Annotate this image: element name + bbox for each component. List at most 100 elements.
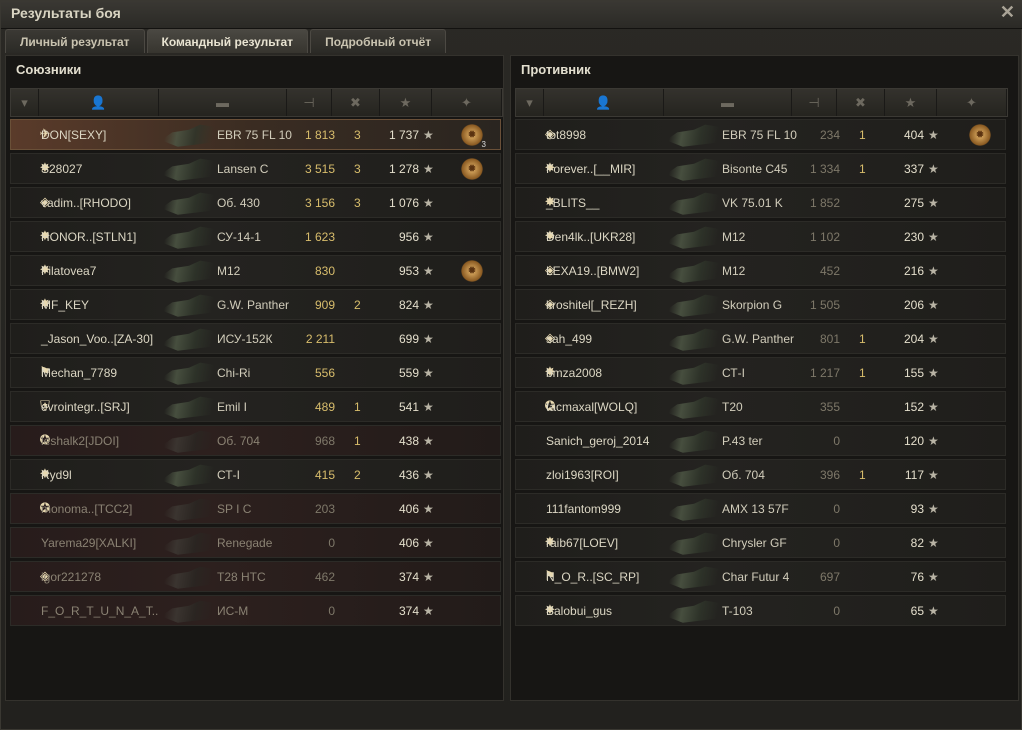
xp-column-icon[interactable]: ★: [885, 89, 937, 116]
kills-value: 3: [354, 162, 361, 176]
tank-icon: [666, 124, 722, 147]
player-name: Forever..[__MIR]: [546, 162, 636, 176]
player-row[interactable]: ⚑ Mechan_7789 Chi-Ri 556 559 ★: [10, 357, 501, 388]
player-row[interactable]: Yarema29[XALKI] Renegade 0 406 ★: [10, 527, 501, 558]
xp-value: 337: [903, 162, 924, 176]
kills-value: 1: [354, 400, 361, 414]
player-row[interactable]: ✸ bmza2008 СТ-I 1 217 1 155 ★: [515, 357, 1006, 388]
tank-icon: [161, 566, 217, 589]
tank-name: Об. 430: [217, 196, 260, 210]
medal-icon[interactable]: ✹: [460, 157, 484, 181]
medal-column-icon[interactable]: ✦: [432, 89, 502, 116]
xp-star-icon: ★: [423, 570, 434, 584]
player-row[interactable]: ✸ S28027 Lansen C3 515 3 1 278 ★ ✹: [10, 153, 501, 184]
kills-column-icon[interactable]: ✖: [332, 89, 380, 116]
player-row[interactable]: ⛨ evrointegr..[SRJ] Emil I 489 1 541 ★: [10, 391, 501, 422]
damage-value: 1 217: [809, 366, 840, 380]
xp-value: 275: [903, 196, 924, 210]
tank-icon: [161, 532, 217, 555]
player-row[interactable]: ✸ _BLITS__ VK 75.01 K1 852 275 ★: [515, 187, 1006, 218]
xp-value: 93: [910, 502, 924, 516]
enemies-panel: Противник ▾ 👤 ▬ ⊣ ✖ ★ ✦ ◈ tot8998 EBR 75 FL 10 23…: [510, 55, 1019, 701]
xp-value: 117: [904, 468, 924, 482]
tank-name: AMX 13 57F: [722, 502, 789, 516]
medal-icon[interactable]: ✹ 3: [460, 123, 486, 149]
player-row[interactable]: ✸ MF_KEY G.W. Panther 909 2 824 ★: [10, 289, 501, 320]
player-name: MF_KEY: [41, 298, 90, 312]
player-row[interactable]: ✸ Filatovea7 M12 830 953 ★ ✹: [10, 255, 501, 286]
xp-value: 541: [398, 400, 419, 414]
kills-value: 3: [354, 196, 361, 210]
squad-column-icon[interactable]: ▾: [11, 89, 39, 116]
player-row[interactable]: zloi1963[ROI] Об. 704 396 1 117 ★: [515, 459, 1006, 490]
xp-value: 374: [398, 604, 419, 618]
player-row[interactable]: ✸ HONOR..[STLN1] СУ-14-1 1 623 956 ★: [10, 221, 501, 252]
damage-value: 0: [833, 502, 840, 516]
tank-name: P.43 ter: [722, 434, 763, 448]
xp-value: 404: [903, 128, 924, 142]
xp-value: 406: [398, 536, 419, 550]
squad-column-icon[interactable]: ▾: [516, 89, 544, 116]
player-row[interactable]: ✸ Den4lk..[UKR28] M12 1 102 230 ★: [515, 221, 1006, 252]
tank-name: СУ-14-1: [217, 230, 261, 244]
player-row[interactable]: ◈ LEXA19..[BMW2] M12 452 216 ★: [515, 255, 1006, 286]
player-name: sah_499: [546, 332, 593, 346]
player-row[interactable]: 111fantom999 AMX 13 57F 0 93 ★: [515, 493, 1006, 524]
medal-icon[interactable]: ✹: [968, 123, 992, 147]
kills-column-icon[interactable]: ✖: [837, 89, 885, 116]
player-row[interactable]: ◈ tot8998 EBR 75 FL 10 234 1 404 ★ ✹: [515, 119, 1006, 150]
player-row[interactable]: ✸ Balobui_gus T-103 0 65 ★: [515, 595, 1006, 626]
player-row[interactable]: ✸ raib67[LOEV] Chrysler GF 0 82 ★: [515, 527, 1006, 558]
tank-icon: [161, 464, 217, 487]
tank-name: Lansen C: [217, 162, 269, 176]
player-name: raib67[LOEV]: [546, 536, 619, 550]
tank-icon: [666, 192, 722, 215]
kills-value: 1: [859, 162, 866, 176]
player-row[interactable]: Sanich_geroj_2014 P.43 ter 0 120 ★: [515, 425, 1006, 456]
player-row[interactable]: F_O_R_T_U_N_A_T.. ИС-М 0 374 ★: [10, 595, 501, 626]
allies-panel: Союзники ▾ 👤 ▬ ⊣ ✖ ★ ✦ ✈ DON[SEXY] EBR 75 FL 10 1…: [5, 55, 504, 701]
player-row[interactable]: ◈ sah_499 G.W. Panther 801 1 204 ★: [515, 323, 1006, 354]
tank-name: ИС-М: [217, 604, 249, 618]
tank-name: СТ-I: [217, 468, 240, 482]
tank-column-icon[interactable]: ▬: [664, 89, 792, 116]
tank-name: G.W. Panther: [217, 298, 290, 312]
player-row[interactable]: ✪ monoma..[TCC2] SP I C 203 406 ★: [10, 493, 501, 524]
tank-icon: [161, 396, 217, 419]
damage-value: 462: [314, 570, 335, 584]
player-name: leshalk2[JDOI]: [41, 434, 120, 448]
player-row[interactable]: ✸ Ryd9l СТ-I 415 2 436 ★: [10, 459, 501, 490]
damage-column-icon[interactable]: ⊣: [287, 89, 332, 116]
tab-detailed-report[interactable]: Подробный отчёт: [310, 29, 447, 53]
xp-star-icon: ★: [423, 230, 434, 244]
player-row[interactable]: ✸ Forever..[__MIR] Bisonte C45 1 334 1 337 ★: [515, 153, 1006, 184]
player-column-icon[interactable]: 👤: [544, 89, 664, 116]
damage-value: 697: [819, 570, 840, 584]
player-row[interactable]: ⚑ N_O_R..[SC_RP] Char Futur 4 697 76 ★: [515, 561, 1006, 592]
xp-column-icon[interactable]: ★: [380, 89, 432, 116]
player-row[interactable]: ✈ DON[SEXY] EBR 75 FL 10 1 813 3 1 737 ★ ✹ 3: [10, 119, 501, 150]
close-icon[interactable]: ✕: [1000, 2, 1015, 23]
player-row[interactable]: ◈ vadim..[RHODO] Об. 430 3 156 3 1 076 ★: [10, 187, 501, 218]
tank-name: M12: [217, 264, 241, 278]
tank-icon: [666, 362, 722, 385]
player-row[interactable]: _Jason_Voo..[ZA-30] ИСУ-152К 2 211 699 ★: [10, 323, 501, 354]
player-row[interactable]: ✪ tacmaxal[WOLQ] T20 355 152 ★: [515, 391, 1006, 422]
player-row[interactable]: ✪ leshalk2[JDOI] Об. 704 968 1 438 ★: [10, 425, 501, 456]
player-row[interactable]: ◈ igor221278 T28 HTC 462 374 ★: [10, 561, 501, 592]
tab-personal-result[interactable]: Личный результат: [5, 29, 145, 53]
damage-value: 556: [314, 366, 335, 380]
player-column-icon[interactable]: 👤: [39, 89, 159, 116]
tank-icon: [666, 328, 722, 351]
allies-column-header: ▾ 👤 ▬ ⊣ ✖ ★ ✦: [10, 88, 503, 117]
medal-column-icon[interactable]: ✦: [937, 89, 1007, 116]
xp-value: 1 076: [388, 196, 419, 210]
damage-column-icon[interactable]: ⊣: [792, 89, 837, 116]
medal-icon[interactable]: ✹: [460, 259, 484, 283]
player-row[interactable]: ◈ kroshitel[_REZH] Skorpion G1 505 206 ★: [515, 289, 1006, 320]
player-name: tacmaxal[WOLQ]: [546, 400, 638, 414]
tank-column-icon[interactable]: ▬: [159, 89, 287, 116]
tab-team-result[interactable]: Командный результат: [146, 29, 309, 53]
medal-count: 3: [481, 140, 486, 149]
xp-star-icon: ★: [423, 128, 434, 142]
